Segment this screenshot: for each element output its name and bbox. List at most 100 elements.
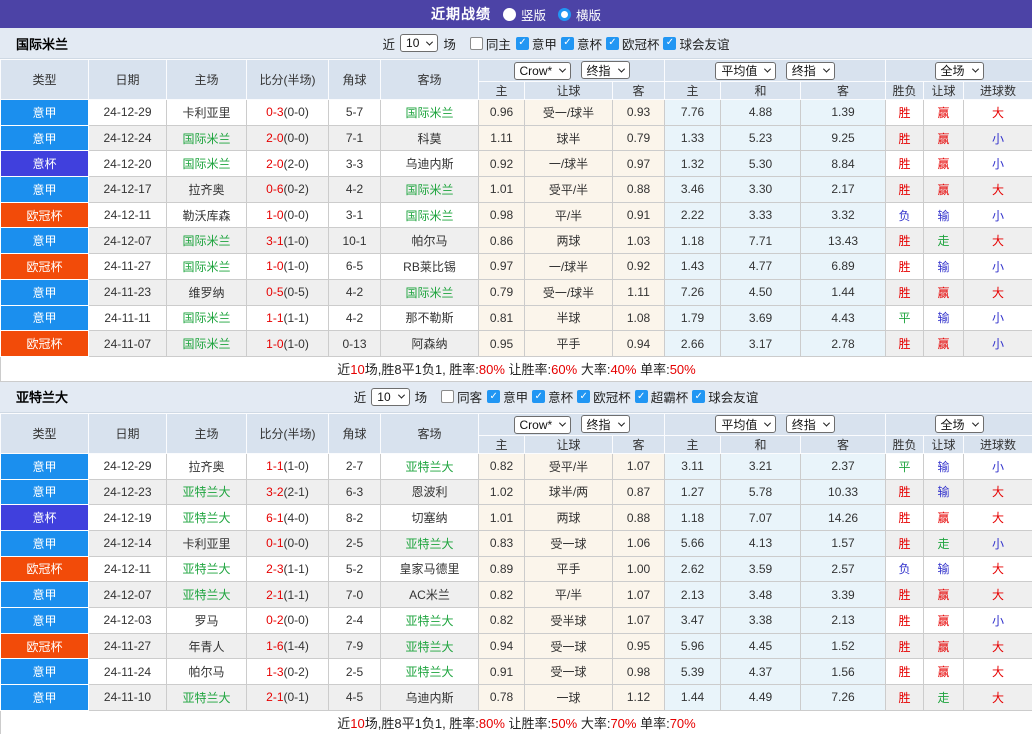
league-filter-checkbox[interactable]: ✓意杯 — [561, 34, 602, 53]
league-filter-checkbox[interactable]: ✓球会友谊 — [692, 387, 758, 406]
matches-label: 场 — [443, 34, 456, 53]
match-count-select[interactable]: 10 — [400, 34, 438, 52]
halftime-score: (1-1) — [284, 311, 309, 325]
scope-select[interactable]: 全场 — [935, 62, 984, 80]
corner-count: 6-3 — [329, 479, 381, 505]
table-row: 欧冠杯24-11-27国际米兰1-0(1-0)6-5RB莱比锡0.97一/球半0… — [1, 254, 1032, 280]
avg-away: 6.89 — [801, 254, 886, 280]
avg-home: 1.32 — [665, 151, 721, 177]
same-venue-checkbox[interactable]: 同主 — [470, 34, 511, 53]
avg-draw: 3.48 — [721, 582, 801, 608]
team-name[interactable]: 亚特兰大 — [16, 387, 68, 406]
league-filter-checkbox[interactable]: ✓意甲 — [487, 387, 528, 406]
league-filter-checkbox[interactable]: ✓球会友谊 — [663, 34, 729, 53]
match-date: 24-12-24 — [89, 125, 167, 151]
avg-stage-select[interactable]: 终指 — [786, 415, 835, 433]
result-handicap: 赢 — [924, 608, 964, 634]
avg-draw: 3.59 — [721, 556, 801, 582]
summary-segment: 场,胜8平1负1, 胜率: — [365, 362, 479, 377]
avg-away: 7.26 — [801, 685, 886, 711]
avg-draw: 3.33 — [721, 202, 801, 228]
score-cell: 2-0(2-0) — [247, 151, 329, 177]
score-cell: 0-1(0-0) — [247, 530, 329, 556]
halftime-score: (1-0) — [284, 459, 309, 473]
avg-draw: 3.38 — [721, 608, 801, 634]
subcol-handicap-result: 让球 — [924, 82, 964, 100]
subcol-odds-handicap: 让球 — [525, 82, 613, 100]
team-filter-row: 国际米兰 近 10 场 同主 ✓意甲✓意杯✓欧冠杯✓球会友谊 — [0, 28, 1032, 59]
radio-horizontal-label: 横版 — [576, 5, 601, 24]
bookmaker-select[interactable]: Crow* — [514, 62, 572, 80]
league-type-badge: 欧冠杯 — [1, 556, 89, 582]
avg-home: 1.33 — [665, 125, 721, 151]
odds-handicap: 球半/两 — [525, 479, 613, 505]
score-cell: 1-0(1-0) — [247, 254, 329, 280]
avg-stage-select[interactable]: 终指 — [786, 62, 835, 80]
league-type-badge: 意杯 — [1, 151, 89, 177]
layout-radio-horizontal[interactable]: 横版 — [558, 5, 601, 24]
page-title: 近期战绩 — [431, 4, 491, 24]
result-goals: 大 — [964, 279, 1032, 305]
subcol-goals: 进球数 — [964, 82, 1032, 100]
away-team: 亚特兰大 — [381, 608, 479, 634]
match-count-select[interactable]: 10 — [371, 388, 409, 406]
league-filter-label: 球会友谊 — [679, 34, 729, 53]
halftime-score: (0-2) — [284, 182, 309, 196]
match-date: 24-11-23 — [89, 279, 167, 305]
league-filter-checkbox[interactable]: ✓欧冠杯 — [606, 34, 660, 53]
match-count-value: 10 — [377, 390, 390, 404]
league-filter-checkbox[interactable]: ✓意甲 — [516, 34, 557, 53]
odds-stage-select[interactable]: 终指 — [581, 61, 630, 79]
same-venue-label: 同客 — [457, 387, 482, 406]
league-type-badge: 意甲 — [1, 659, 89, 685]
league-filter-checkbox[interactable]: ✓欧冠杯 — [577, 387, 631, 406]
league-type-badge: 意甲 — [1, 228, 89, 254]
league-filter-checkbox[interactable]: ✓意杯 — [532, 387, 573, 406]
home-team: 勒沃库森 — [167, 202, 247, 228]
odds-home: 1.02 — [479, 479, 525, 505]
match-date: 24-12-23 — [89, 479, 167, 505]
checkbox-unchecked-icon — [441, 390, 454, 403]
odds-stage-select[interactable]: 终指 — [581, 415, 630, 433]
col-header-score: 比分(半场) — [247, 413, 329, 453]
odds-handicap: 一/球半 — [525, 254, 613, 280]
col-header-home: 主场 — [167, 413, 247, 453]
away-team: 亚特兰大 — [381, 633, 479, 659]
summary-segment: 10 — [350, 362, 364, 377]
odds-handicap: 两球 — [525, 228, 613, 254]
home-team: 拉齐奥 — [167, 177, 247, 203]
subcol-avg-draw: 和 — [721, 435, 801, 453]
avg-draw: 3.21 — [721, 453, 801, 479]
match-date: 24-12-14 — [89, 530, 167, 556]
subcol-odds-away: 客 — [613, 82, 665, 100]
bookmaker-select[interactable]: Crow* — [514, 416, 572, 434]
odds-home: 0.86 — [479, 228, 525, 254]
avg-away: 2.37 — [801, 453, 886, 479]
summary-segment: 近 — [337, 716, 350, 731]
checkbox-unchecked-icon — [470, 37, 483, 50]
result-goals: 大 — [964, 228, 1032, 254]
summary-segment: 40% — [610, 362, 636, 377]
match-date: 24-12-29 — [89, 100, 167, 126]
subcol-handicap-result: 让球 — [924, 435, 964, 453]
result-goals: 大 — [964, 505, 1032, 531]
result-goals: 大 — [964, 556, 1032, 582]
avg-home: 1.79 — [665, 305, 721, 331]
average-select[interactable]: 平均值 — [715, 62, 776, 80]
fulltime-score: 2-3 — [266, 562, 283, 576]
near-label: 近 — [354, 387, 367, 406]
scope-select[interactable]: 全场 — [935, 415, 984, 433]
team-name[interactable]: 国际米兰 — [16, 34, 68, 53]
match-date: 24-12-19 — [89, 505, 167, 531]
match-date: 24-12-07 — [89, 582, 167, 608]
layout-radio-vertical[interactable]: 竖版 — [503, 5, 546, 24]
average-select[interactable]: 平均值 — [715, 415, 776, 433]
col-header-corner: 角球 — [329, 60, 381, 100]
team-summary: 近10场,胜8平1负1, 胜率:80% 让胜率:60% 大率:40% 单率:50… — [1, 356, 1032, 381]
subcol-odds-home: 主 — [479, 435, 525, 453]
away-team: 国际米兰 — [381, 202, 479, 228]
result-winloss: 胜 — [886, 228, 924, 254]
same-venue-checkbox[interactable]: 同客 — [441, 387, 482, 406]
league-filter-checkbox[interactable]: ✓超霸杯 — [635, 387, 689, 406]
halftime-score: (1-0) — [284, 337, 309, 351]
